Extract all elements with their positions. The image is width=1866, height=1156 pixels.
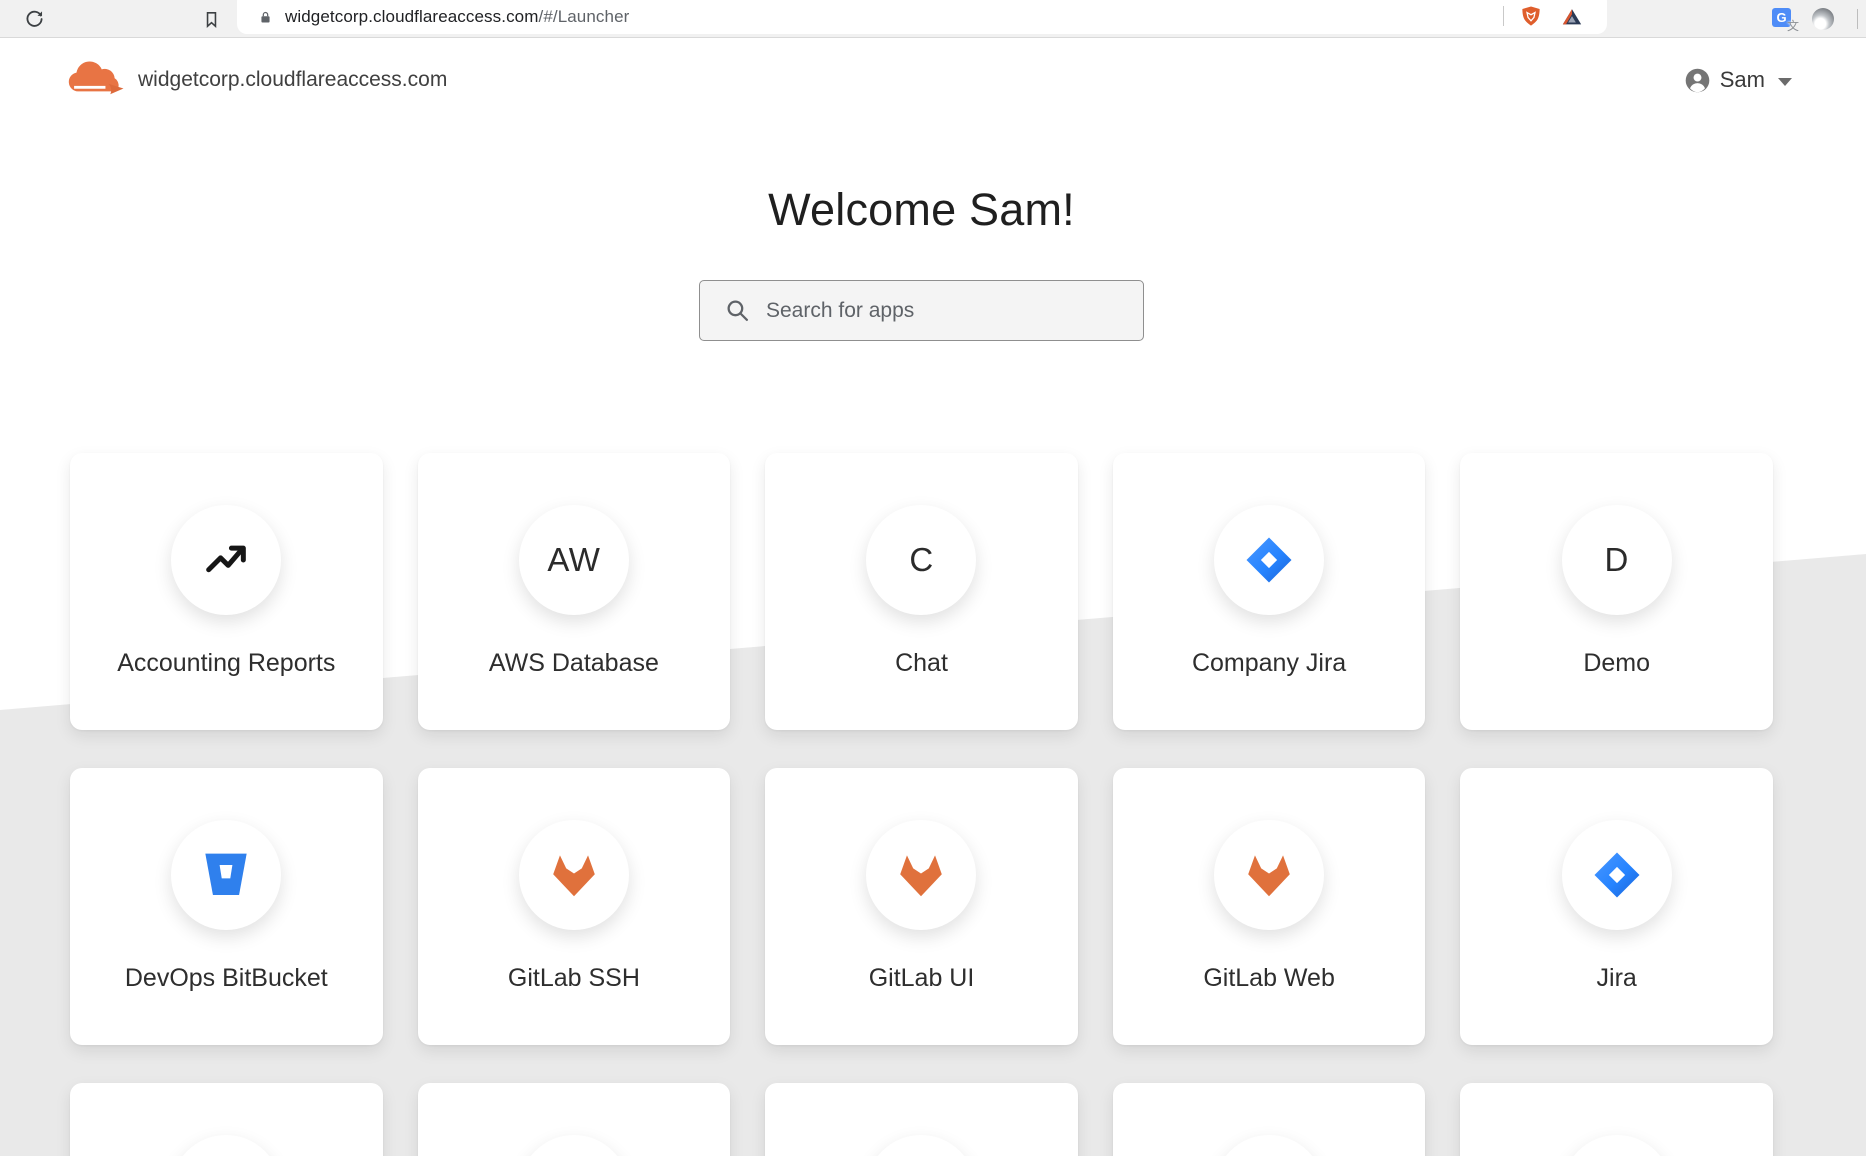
app-icon-circle	[171, 505, 281, 615]
app-card-label: GitLab SSH	[508, 964, 640, 993]
cloudflare-logo-icon	[64, 61, 126, 99]
brave-shield-icon[interactable]	[1520, 5, 1542, 27]
app-icon-circle	[171, 1135, 281, 1156]
app-card[interactable]	[418, 1083, 731, 1156]
app-card-label: Demo	[1583, 649, 1650, 678]
app-card[interactable]	[1113, 1083, 1426, 1156]
bat-triangle-icon[interactable]	[1560, 6, 1584, 28]
app-icon-circle: D	[1562, 505, 1672, 615]
app-card-label: DevOps BitBucket	[125, 964, 328, 993]
search-box	[699, 280, 1144, 341]
app-icon-circle: C	[866, 505, 976, 615]
app-card[interactable]: DevOps BitBucket	[70, 768, 383, 1045]
trend-icon	[200, 534, 252, 586]
translate-icon[interactable]: G 文	[1772, 8, 1796, 32]
address-bar-separator	[1503, 6, 1504, 26]
jira-icon	[1244, 535, 1294, 585]
app-icon-circle	[171, 820, 281, 930]
gitlab-icon	[1243, 852, 1295, 899]
user-avatar-icon	[1684, 67, 1711, 94]
address-bar[interactable]: widgetcorp.cloudflareaccess.com/#/Launch…	[237, 0, 1607, 34]
bitbucket-icon	[202, 852, 250, 898]
chevron-down-icon	[1778, 78, 1792, 86]
app-card-label: GitLab UI	[869, 964, 975, 993]
lock-icon	[258, 10, 273, 25]
url-text[interactable]: widgetcorp.cloudflareaccess.com/#/Launch…	[285, 7, 629, 27]
app-card[interactable]: GitLab SSH	[418, 768, 731, 1045]
jira-icon	[1592, 850, 1642, 900]
app-initials: D	[1605, 541, 1629, 579]
search-input[interactable]	[699, 280, 1144, 341]
app-card[interactable]: AW AWS Database	[418, 453, 731, 730]
site-header: widgetcorp.cloudflareaccess.com Sam	[64, 56, 1792, 104]
app-icon-circle	[1214, 505, 1324, 615]
app-card[interactable]	[1460, 1083, 1773, 1156]
bookmark-icon[interactable]	[202, 9, 221, 30]
app-icon-circle	[1562, 820, 1672, 930]
browser-toolbar: widgetcorp.cloudflareaccess.com/#/Launch…	[0, 0, 1866, 38]
app-card-label: GitLab Web	[1203, 964, 1335, 993]
app-card-label: Chat	[895, 649, 948, 678]
app-card[interactable]: GitLab Web	[1113, 768, 1426, 1045]
app-icon-circle	[866, 820, 976, 930]
brand-domain: widgetcorp.cloudflareaccess.com	[138, 68, 447, 92]
app-icon-circle	[519, 820, 629, 930]
app-card[interactable]: GitLab UI	[765, 768, 1078, 1045]
app-icon-circle: AW	[519, 505, 629, 615]
gitlab-icon	[548, 852, 600, 899]
url-domain: widgetcorp.cloudflareaccess.com	[285, 7, 539, 26]
translate-glyph: 文	[1787, 17, 1799, 34]
app-initials: AW	[547, 541, 600, 579]
reload-icon[interactable]	[24, 8, 45, 29]
app-card[interactable]	[70, 1083, 383, 1156]
user-menu[interactable]: Sam	[1684, 67, 1792, 94]
toolbar-separator	[1857, 9, 1858, 29]
welcome-heading: Welcome Sam!	[70, 184, 1773, 236]
app-icon-circle	[866, 1135, 976, 1156]
cloudflare-access-launcher-page: widgetcorp.cloudflareaccess.com/#/Launch…	[0, 0, 1866, 1156]
brand: widgetcorp.cloudflareaccess.com	[64, 61, 447, 99]
app-card-label: Company Jira	[1192, 649, 1346, 678]
profile-sphere-icon[interactable]	[1812, 8, 1834, 30]
app-card-label: Jira	[1597, 964, 1637, 993]
app-icon-circle	[1214, 820, 1324, 930]
gitlab-icon	[895, 852, 947, 899]
app-card[interactable]: C Chat	[765, 453, 1078, 730]
app-icon-circle	[1214, 1135, 1324, 1156]
app-initials: C	[909, 541, 933, 579]
app-icon-circle	[519, 1135, 629, 1156]
app-grid: Accounting Reports AW AWS Database C Cha…	[70, 453, 1773, 1156]
app-card[interactable]: Accounting Reports	[70, 453, 383, 730]
url-path: /#/Launcher	[539, 7, 630, 26]
app-card-label: Accounting Reports	[117, 649, 335, 678]
app-card[interactable]	[765, 1083, 1078, 1156]
app-card[interactable]: D Demo	[1460, 453, 1773, 730]
app-card[interactable]: Company Jira	[1113, 453, 1426, 730]
app-icon-circle	[1562, 1135, 1672, 1156]
app-card-label: AWS Database	[489, 649, 659, 678]
app-card[interactable]: Jira	[1460, 768, 1773, 1045]
user-name: Sam	[1720, 67, 1765, 93]
